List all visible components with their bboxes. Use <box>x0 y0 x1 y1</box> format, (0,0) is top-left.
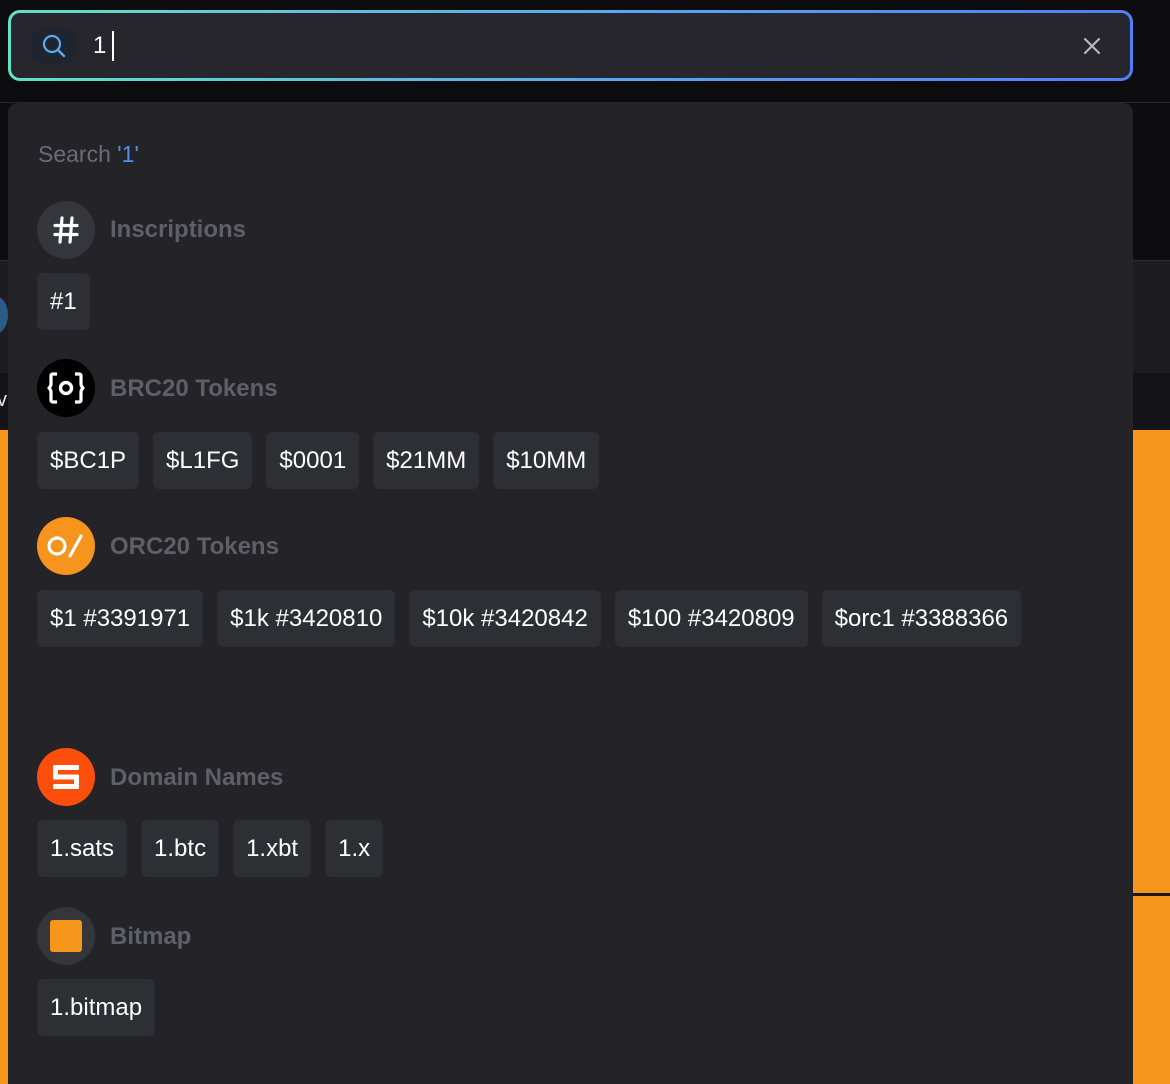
search-query-hint[interactable]: Search '1' <box>38 141 139 168</box>
orc20-results: $1 #3391971 $1k #3420810 $10k #3420842 $… <box>37 590 1107 647</box>
section-title-bitmap: Bitmap <box>110 923 192 950</box>
result-chip[interactable]: 1.x <box>325 820 384 877</box>
background-divider <box>1133 893 1170 896</box>
result-chip[interactable]: $BC1P <box>37 432 140 489</box>
result-chip[interactable]: $0001 <box>266 432 360 489</box>
search-bar <box>8 10 1133 81</box>
result-chip[interactable]: $L1FG <box>153 432 253 489</box>
domain-results: 1.sats 1.btc 1.xbt 1.x <box>37 820 1107 877</box>
close-icon[interactable] <box>1080 34 1104 58</box>
search-hint-prefix: Search <box>38 141 118 167</box>
search-results-dropdown: Search '1' Inscriptions #1 BRC20 Tokens <box>8 103 1133 1084</box>
result-chip[interactable]: $21MM <box>373 432 480 489</box>
brc20-logo-icon <box>37 359 95 417</box>
search-icon[interactable] <box>32 29 76 63</box>
result-chip[interactable]: 1.bitmap <box>37 979 156 1036</box>
text-caret <box>112 31 114 61</box>
bitmap-square-icon <box>37 907 95 965</box>
result-chip[interactable]: $orc1 #3388366 <box>821 590 1022 647</box>
result-chip[interactable]: $10MM <box>493 432 600 489</box>
result-chip[interactable]: $10k #3420842 <box>409 590 601 647</box>
result-chip[interactable]: $100 #3420809 <box>614 590 808 647</box>
background-tab-label: v <box>0 389 7 411</box>
search-bar-inner <box>11 13 1130 78</box>
sats-names-logo-icon <box>37 748 95 806</box>
inscriptions-results: #1 <box>37 273 1107 330</box>
orc20-logo-icon <box>37 517 95 575</box>
result-chip[interactable]: $1k #3420810 <box>217 590 396 647</box>
result-chip[interactable]: 1.xbt <box>233 820 312 877</box>
result-chip[interactable]: #1 <box>37 273 90 330</box>
section-title-domains: Domain Names <box>110 764 284 791</box>
result-chip[interactable]: $1 #3391971 <box>37 590 204 647</box>
search-hint-query: '1' <box>117 141 139 167</box>
brc20-results: $BC1P $L1FG $0001 $21MM $10MM <box>37 432 1107 489</box>
search-input[interactable] <box>93 13 1073 78</box>
hash-icon <box>37 201 95 259</box>
result-chip[interactable]: 1.btc <box>141 820 220 877</box>
result-chip[interactable]: 1.sats <box>37 820 128 877</box>
section-title-brc20: BRC20 Tokens <box>110 375 278 402</box>
bitmap-results: 1.bitmap <box>37 979 1107 1036</box>
section-title-orc20: ORC20 Tokens <box>110 533 279 560</box>
section-title-inscriptions: Inscriptions <box>110 216 247 243</box>
page: v Search '1' <box>0 0 1170 1084</box>
